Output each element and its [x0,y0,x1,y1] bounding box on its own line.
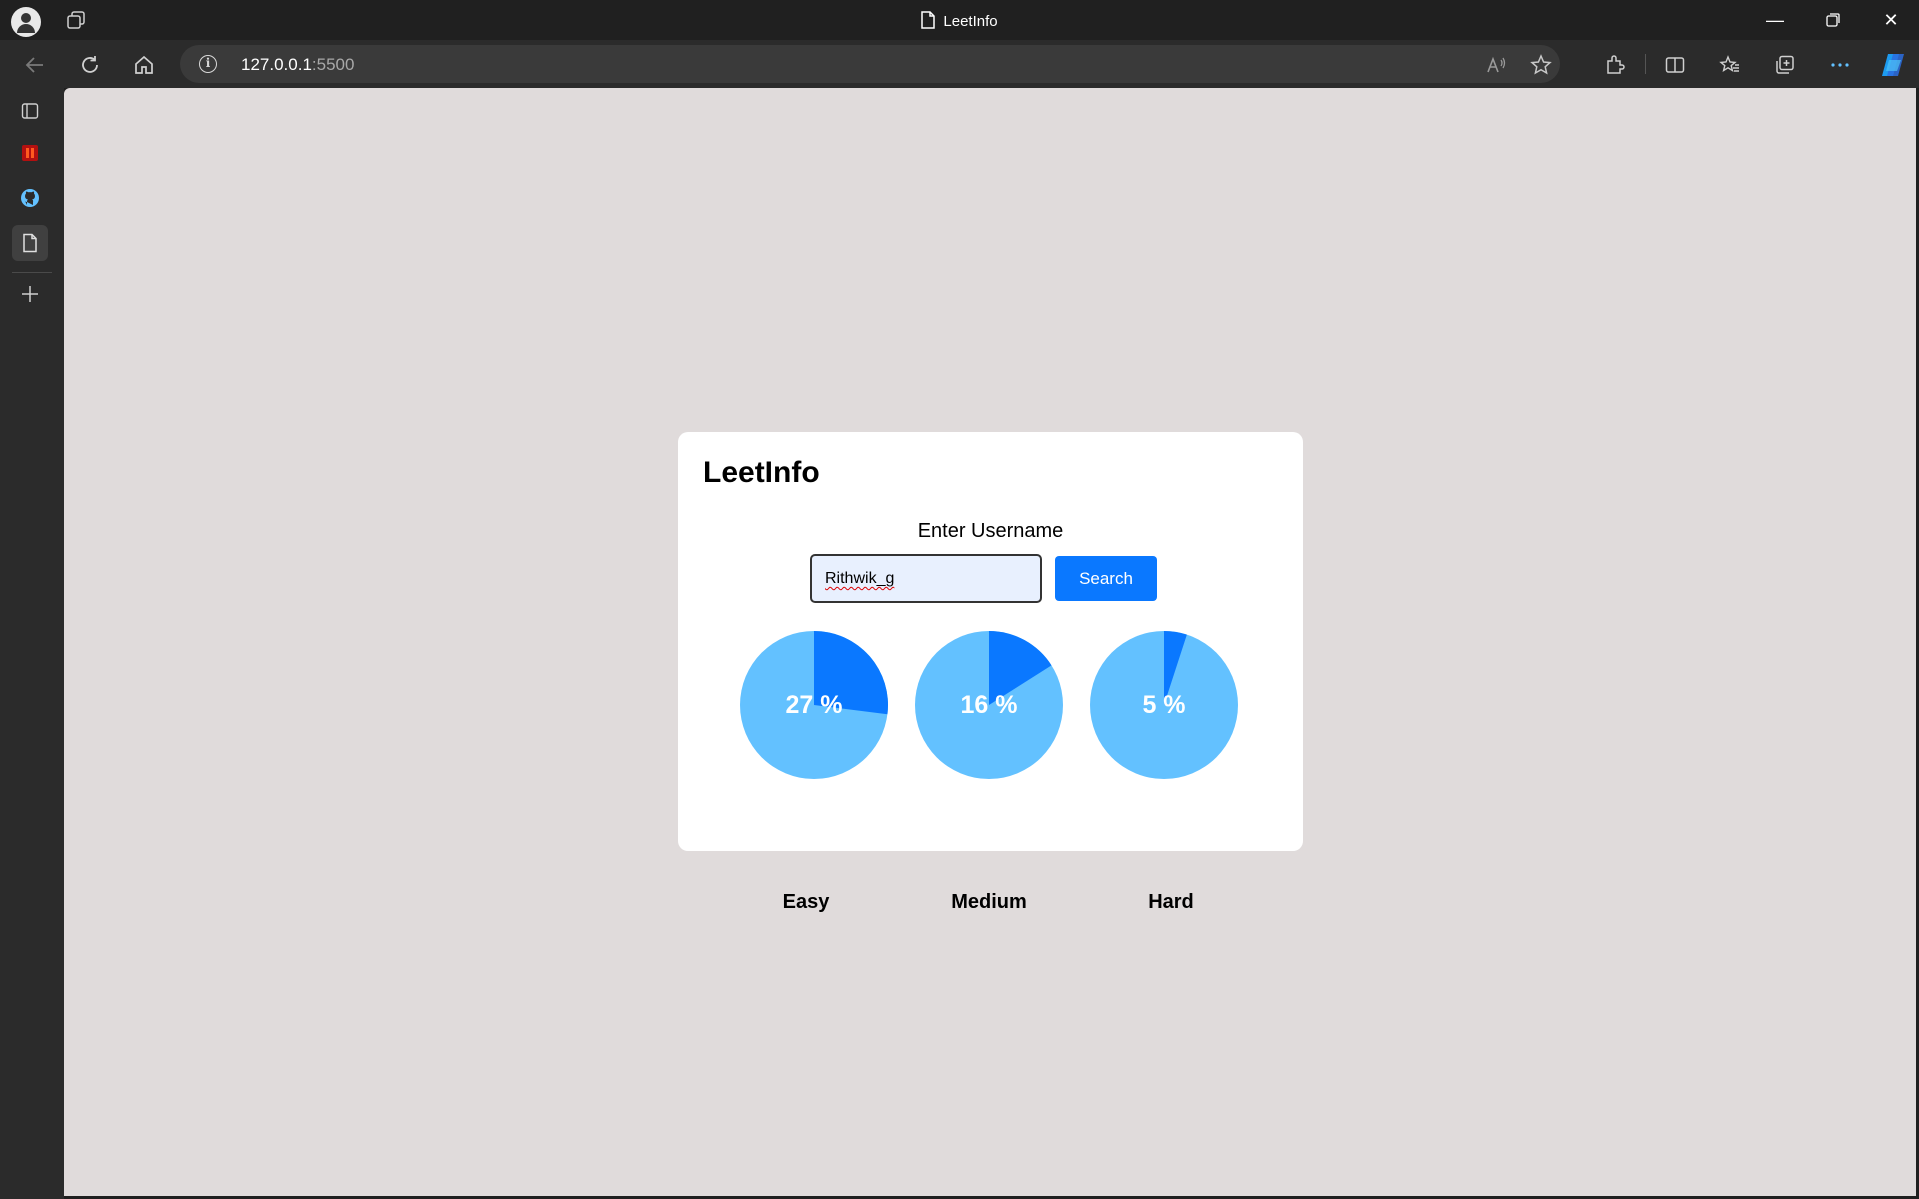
tab-actions-icon[interactable] [12,93,48,129]
split-screen-icon[interactable] [1660,50,1690,80]
hard-progress-pie: 5 % [1089,630,1239,780]
more-options-icon[interactable] [1825,50,1855,80]
tab-title[interactable]: LeetInfo [0,11,1919,30]
site-info-icon[interactable]: i [199,55,217,73]
restore-icon[interactable] [1810,6,1856,34]
easy-progress-pie: 27 % [739,630,889,780]
tab-title-text: LeetInfo [943,13,998,30]
home-icon[interactable] [129,50,159,80]
hard-percent-label: 5 % [1142,691,1186,719]
collections-icon[interactable] [1770,50,1800,80]
easy-label: Easy [782,891,830,913]
read-aloud-icon[interactable] [1485,54,1507,81]
refresh-icon[interactable] [75,50,105,80]
username-label: Enter Username [917,520,1064,542]
sidebar-divider [12,272,52,273]
toolbar-divider [1645,54,1646,74]
minimize-icon[interactable]: — [1752,6,1798,34]
favorites-icon[interactable] [1715,50,1745,80]
medium-progress-pie: 16 % [914,630,1064,780]
page-title: LeetInfo [703,456,820,489]
new-tab-icon[interactable] [12,276,48,312]
medium-label: Medium [951,891,1027,913]
hard-label: Hard [1148,891,1194,913]
browser-toolbar: i 127.0.0.1:5500 [0,40,1919,88]
sidebar-tab-app-icon[interactable] [12,135,48,171]
title-bar: LeetInfo — ✕ [0,0,1919,40]
sidebar-tab-document-icon[interactable] [12,225,48,261]
favorite-star-icon[interactable] [1530,54,1552,81]
username-input-value: Rithwik_g [825,570,895,587]
leetinfo-card: LeetInfo Enter Username Rithwik_g Search… [678,432,1303,913]
medium-percent-label: 16 % [960,691,1018,719]
easy-percent-label: 27 % [785,691,843,719]
document-icon [921,11,936,29]
back-icon[interactable] [20,50,50,80]
url-text: 127.0.0.1:5500 [241,55,355,74]
page-viewport: LeetInfo Enter Username Rithwik_g Search… [64,88,1916,1196]
extensions-icon[interactable] [1600,50,1630,80]
username-input[interactable]: Rithwik_g [810,554,1042,603]
copilot-icon[interactable] [1878,50,1908,80]
vertical-tabs-sidebar [0,88,64,1199]
search-button[interactable]: Search [1055,556,1157,601]
close-window-icon[interactable]: ✕ [1868,6,1914,34]
address-bar[interactable]: i 127.0.0.1:5500 [180,45,1560,83]
github-icon[interactable] [12,180,48,216]
